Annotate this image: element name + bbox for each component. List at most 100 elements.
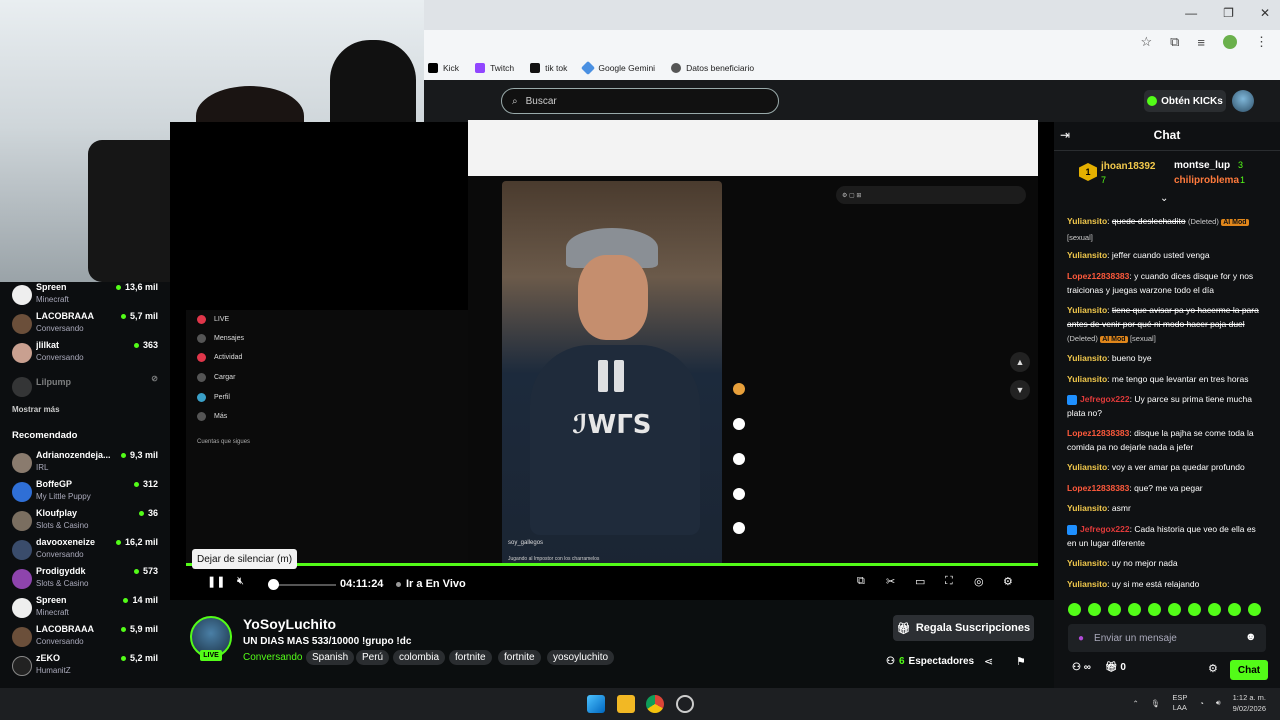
file-explorer-icon[interactable]: [617, 695, 635, 713]
bookmark-tiktok[interactable]: tik tok: [530, 63, 567, 73]
minimize-icon[interactable]: —: [1185, 6, 1197, 20]
sidebar-channel[interactable]: Adrianozendeja... IRL 9,3 mil: [12, 450, 162, 478]
stream-tag[interactable]: colombia: [393, 650, 446, 665]
viewer-count: 5,7 mil: [120, 311, 158, 321]
streamer-name[interactable]: YoSoyLuchito: [243, 616, 336, 632]
chat-message: Yuliansito: uy si me está relajando: [1067, 579, 1200, 589]
show-more-link[interactable]: Mostrar más: [12, 405, 60, 414]
chat-settings-icon[interactable]: ⚙: [1208, 662, 1218, 675]
sidebar-channel[interactable]: BoffeGP My Little Puppy 312: [12, 479, 162, 507]
settings-icon[interactable]: ⚙: [1003, 575, 1013, 588]
stream-tag[interactable]: Spanish: [306, 650, 355, 665]
profile-icon[interactable]: [1223, 35, 1237, 49]
windows-start-icon[interactable]: [587, 695, 605, 713]
extensions-icon[interactable]: ⧉: [1170, 34, 1179, 50]
gifter-name[interactable]: chiliproblema: [1174, 175, 1239, 186]
theater-icon[interactable]: ▭: [915, 575, 925, 588]
emote-icon[interactable]: [1148, 603, 1161, 616]
bookmark-datos[interactable]: Datos beneficiario: [671, 63, 754, 73]
volume-knob[interactable]: [268, 579, 279, 590]
emote-icon[interactable]: [1108, 603, 1121, 616]
chevron-up-icon[interactable]: ⌃: [1133, 699, 1139, 708]
progress-bar[interactable]: [186, 563, 1038, 566]
sidebar-channel[interactable]: Spreen Minecraft 13,6 mil: [12, 282, 162, 310]
viewer-count: 312: [133, 479, 158, 489]
maximize-icon[interactable]: ❐: [1223, 6, 1234, 20]
heart-icon: [733, 418, 745, 430]
get-kicks-button[interactable]: Obtén KICKs: [1144, 90, 1226, 112]
sidebar-channel[interactable]: zEKO HumanitZ 5,2 mil: [12, 653, 162, 681]
viewer-counter: ⚇ 6 Espectadores: [886, 656, 975, 667]
sidebar-channel[interactable]: davooxeneize Conversando 16,2 mil: [12, 537, 162, 565]
bookmark-kick[interactable]: Kick: [428, 63, 459, 73]
volume-slider[interactable]: [274, 584, 336, 586]
twitch-icon: [475, 63, 486, 73]
emote-icon[interactable]: [1208, 603, 1221, 616]
stream-tag[interactable]: fortnite: [498, 650, 541, 665]
search-input[interactable]: ⌕ Buscar: [501, 88, 779, 114]
chat-send-button[interactable]: Chat: [1230, 660, 1268, 680]
sidebar-channel-offline[interactable]: Lilpump ⊘: [12, 374, 162, 402]
kicks-wallet[interactable]: 🎁︎ 0: [1105, 662, 1126, 673]
emote-icon[interactable]: [1228, 603, 1241, 616]
sidebar-channel[interactable]: Kloufplay Slots & Casino 36: [12, 508, 162, 536]
stream-tag[interactable]: yosoyluchito: [547, 650, 615, 665]
go-live-button[interactable]: Ir a En Vivo: [396, 578, 466, 590]
sidebar-channel[interactable]: LACOBRAAA Conversando 5,9 mil: [12, 624, 162, 652]
top-gifter-count: 7: [1101, 175, 1107, 185]
wifi-icon[interactable]: ◔: [1199, 699, 1204, 708]
chat-message: Lopez12838383: que? me va pegar: [1067, 483, 1203, 493]
stream-category[interactable]: Conversando: [243, 652, 302, 663]
stream-tag[interactable]: Perú: [356, 650, 390, 665]
gift-subs-button[interactable]: 🎁︎ Regala Suscripciones: [893, 615, 1034, 641]
browser-toolbar-icons: ☆ ⧉ ≡ ⋮: [1140, 34, 1268, 50]
volume-icon[interactable]: 🔊︎: [1216, 698, 1221, 708]
expand-gifters-icon[interactable]: ⌄: [1160, 193, 1168, 204]
sidebar-channel[interactable]: LACOBRAAA Conversando 5,7 mil: [12, 311, 162, 339]
fullscreen-icon[interactable]: ⛶: [945, 575, 953, 588]
emote-icon[interactable]: [1168, 603, 1181, 616]
close-icon[interactable]: ✕: [1260, 6, 1270, 20]
clock[interactable]: 1:12 a. m. 9/02/2026: [1233, 692, 1266, 714]
bookmark-twitch[interactable]: Twitch: [475, 63, 514, 73]
language-indicator[interactable]: ESP LAA: [1172, 693, 1187, 713]
report-button[interactable]: ⚑: [1016, 655, 1026, 668]
chat-bottom-bar: ⚇ ∞ 🎁︎ 0: [1072, 662, 1126, 673]
viewer-count: 13,6 mil: [115, 282, 158, 292]
pause-overlay-icon: [598, 360, 626, 392]
bookmark-gemini[interactable]: Google Gemini: [581, 60, 655, 76]
emote-icon[interactable]: [1068, 603, 1081, 616]
sidebar-channel[interactable]: jlilkat Conversando 363: [12, 340, 162, 368]
pip-icon[interactable]: ⧉: [857, 575, 865, 588]
bookmark-star-icon[interactable]: ☆: [1140, 34, 1152, 50]
sidebar-channel[interactable]: Spreen Minecraft 14 mil: [12, 595, 162, 623]
share-button[interactable]: ⋖: [984, 655, 993, 668]
inner-menu-item: Mensajes: [197, 334, 244, 343]
viewers-icon: ⚇: [886, 656, 895, 667]
emote-icon[interactable]: [1088, 603, 1101, 616]
sidebar-channel[interactable]: Prodigyddk Slots & Casino 573: [12, 566, 162, 594]
gifter-name[interactable]: montse_lup: [1174, 160, 1230, 171]
pause-button[interactable]: ❚❚: [207, 575, 225, 588]
emote-icon[interactable]: [1188, 603, 1201, 616]
quality-icon[interactable]: ◎: [974, 575, 984, 588]
clip-icon[interactable]: ✂: [886, 575, 895, 588]
chat-input[interactable]: ● Enviar un mensaje: [1068, 624, 1266, 652]
emote-icon[interactable]: [1128, 603, 1141, 616]
microphone-icon[interactable]: 🎙︎: [1151, 699, 1161, 708]
video-person-face: [578, 255, 648, 340]
chrome-icon[interactable]: [646, 695, 664, 713]
app-icon[interactable]: [676, 695, 694, 713]
emote-icon[interactable]: [1248, 603, 1261, 616]
live-dot-icon: [396, 581, 401, 587]
emoji-icon[interactable]: ☻: [1245, 631, 1257, 643]
stream-tag[interactable]: fortnite: [449, 650, 492, 665]
media-icon[interactable]: ≡: [1197, 35, 1205, 50]
chat-users-icon[interactable]: ⚇ ∞: [1072, 662, 1091, 673]
menu-icon[interactable]: ⋮: [1255, 34, 1268, 50]
top-gifter-name[interactable]: jhoan18392: [1101, 161, 1155, 172]
tiktok-icon: [530, 63, 541, 73]
viewer-count: 573: [133, 566, 158, 576]
user-avatar[interactable]: [1232, 90, 1254, 112]
volume-muted-icon[interactable]: 🔇︎: [237, 575, 244, 588]
